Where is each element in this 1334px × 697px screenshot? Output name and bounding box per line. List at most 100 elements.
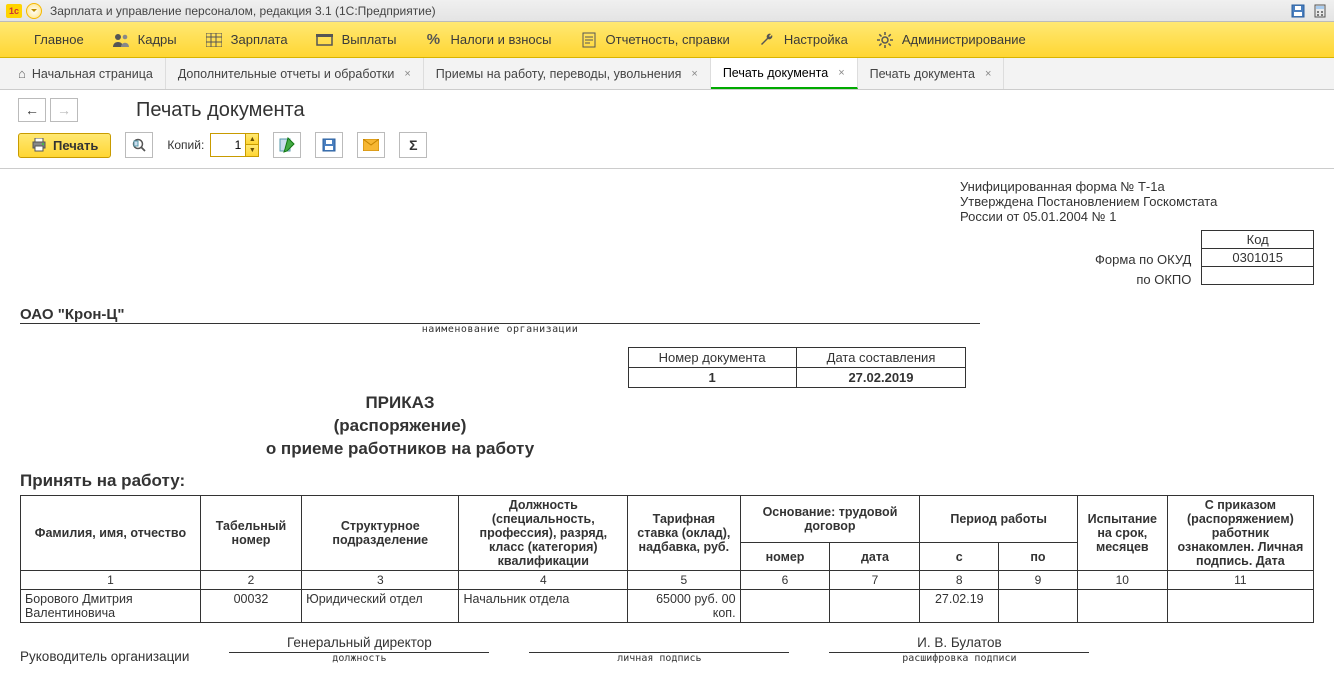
menu-hamburger[interactable]: Главное — [10, 31, 84, 49]
save-button[interactable] — [315, 132, 343, 158]
app-menu-dropdown[interactable] — [26, 3, 42, 19]
edit-template-button[interactable] — [273, 132, 301, 158]
docdate-value: 27.02.2019 — [796, 368, 966, 388]
menu-admin[interactable]: Администрирование — [876, 31, 1026, 49]
spin-down-button[interactable]: ▼ — [246, 145, 258, 156]
close-icon[interactable]: × — [404, 68, 410, 80]
report-icon — [580, 31, 598, 49]
copies-spinner[interactable]: ▲ ▼ — [210, 133, 259, 157]
tab-hiring[interactable]: Приемы на работу, переводы, увольнения × — [424, 58, 711, 89]
colnum: 2 — [200, 570, 301, 589]
order-title-line: (распоряжение) — [120, 415, 680, 438]
colnum: 5 — [628, 570, 740, 589]
col-contract: Основание: трудовой договор — [740, 495, 920, 543]
docnum-value: 1 — [628, 368, 796, 388]
tab-print-doc-active[interactable]: Печать документа × — [711, 58, 858, 89]
copies-label: Копий: — [167, 138, 204, 152]
doc-number-table: Номер документа Дата составления 1 27.02… — [628, 347, 967, 388]
cell-position: Начальник отдела — [459, 589, 628, 622]
table-row: Борового Дмитрия Валентиновича 00032 Юри… — [21, 589, 1314, 622]
cell-dept: Юридический отдел — [302, 589, 459, 622]
sign-name-cap: расшифровка подписи — [829, 653, 1089, 664]
docnum-header: Номер документа — [628, 348, 796, 368]
form-note-line: Унифицированная форма № Т-1а — [960, 179, 1314, 194]
copies-input[interactable] — [211, 134, 245, 156]
colnum: 9 — [999, 570, 1078, 589]
accept-label: Принять на работу: — [20, 471, 1314, 491]
org-name: ОАО "Крон-Ц" — [20, 306, 1314, 323]
nav-forward-button[interactable]: → — [50, 98, 78, 122]
menu-zarplata[interactable]: Зарплата — [205, 31, 288, 49]
cell-from: 27.02.19 — [920, 589, 999, 622]
colnum: 7 — [830, 570, 920, 589]
col-dept: Структурное подразделение — [302, 495, 459, 570]
okpo-label: по ОКПО — [1095, 270, 1191, 290]
save-icon — [322, 138, 336, 152]
email-button[interactable] — [357, 132, 385, 158]
cell-rate: 65000 руб. 00 коп. — [628, 589, 740, 622]
close-icon[interactable]: × — [985, 68, 991, 80]
form-note: Унифицированная форма № Т-1а Утверждена … — [960, 179, 1314, 224]
cell-to — [999, 589, 1078, 622]
close-icon[interactable]: × — [691, 68, 697, 80]
preview-button[interactable] — [125, 132, 153, 158]
menu-otchetnost[interactable]: Отчетность, справки — [580, 31, 730, 49]
col-ack: С приказом (распоряже­нием) работник озн… — [1167, 495, 1313, 570]
colnum: 11 — [1167, 570, 1313, 589]
col-rate: Тарифная ставка (оклад), надбавка, руб. — [628, 495, 740, 570]
menu-label: Кадры — [138, 32, 177, 47]
menu-vyplaty[interactable]: Выплаты — [316, 31, 397, 49]
col-position: Должность (специальность, профессия), ра… — [459, 495, 628, 570]
cell-tabnum: 00032 — [200, 589, 301, 622]
table-icon — [205, 31, 223, 49]
close-icon[interactable]: × — [838, 67, 844, 79]
tab-print-doc-2[interactable]: Печать документа × — [858, 58, 1005, 89]
nav-back-button[interactable]: ← — [18, 98, 46, 122]
tab-label: Печать документа — [723, 66, 828, 80]
okud-value: 0301015 — [1202, 249, 1314, 267]
col-fio: Фамилия, имя, отчество — [21, 495, 201, 570]
menu-label: Зарплата — [231, 32, 288, 47]
edit-icon — [279, 137, 295, 153]
tab-reports[interactable]: Дополнительные отчеты и обработки × — [166, 58, 424, 89]
menu-label: Настройка — [784, 32, 848, 47]
cell-fio: Борового Дмитрия Валентиновича — [21, 589, 201, 622]
logo-1c-icon: 1c — [6, 4, 22, 18]
menu-kadry[interactable]: Кадры — [112, 31, 177, 49]
tab-label: Дополнительные отчеты и обработки — [178, 67, 395, 81]
print-label: Печать — [53, 138, 98, 153]
order-title-line: о приеме работников на работу — [120, 438, 680, 461]
tab-label: Начальная страница — [32, 67, 153, 81]
org-caption: наименование организации — [20, 324, 980, 335]
col-period-to: по — [999, 543, 1078, 570]
tab-home[interactable]: ⌂ Начальная страница — [6, 58, 166, 89]
employee-table: Фамилия, имя, отчество Табельный номер С… — [20, 495, 1314, 623]
menu-nalogi[interactable]: % Налоги и взносы — [424, 31, 551, 49]
okud-label: Форма по ОКУД — [1095, 250, 1191, 270]
form-note-line: Утверждена Постановлением Госкомстата — [960, 194, 1314, 209]
cell-contract-date — [830, 589, 920, 622]
sigma-button[interactable]: Σ — [399, 132, 427, 158]
save-icon[interactable] — [1290, 3, 1306, 19]
sign-position-value: Генеральный директор — [229, 635, 489, 653]
form-note-line: России от 05.01.2004 № 1 — [960, 209, 1314, 224]
sigma-icon: Σ — [409, 137, 417, 153]
head-label: Руководитель организации — [20, 649, 189, 664]
order-title-line: ПРИКАЗ — [120, 392, 680, 415]
document-area: Унифицированная форма № Т-1а Утверждена … — [0, 169, 1334, 694]
colnum: 8 — [920, 570, 999, 589]
print-button[interactable]: Печать — [18, 133, 111, 158]
spin-up-button[interactable]: ▲ — [246, 134, 258, 145]
order-title: ПРИКАЗ (распоряжение) о приеме работнико… — [120, 392, 680, 461]
calculator-icon[interactable] — [1312, 3, 1328, 19]
okpo-value — [1202, 267, 1314, 285]
window-title: Зарплата и управление персоналом, редакц… — [50, 4, 1290, 18]
wrench-icon — [758, 31, 776, 49]
main-menu: Главное Кадры Зарплата Выплаты % Налоги … — [0, 22, 1334, 58]
window-title-bar: 1c Зарплата и управление персоналом, ред… — [0, 0, 1334, 22]
tab-label: Приемы на работу, переводы, увольнения — [436, 67, 682, 81]
tab-label: Печать документа — [870, 67, 975, 81]
wallet-icon — [316, 31, 334, 49]
menu-nastroika[interactable]: Настройка — [758, 31, 848, 49]
sign-name-value: И. В. Булатов — [829, 635, 1089, 653]
